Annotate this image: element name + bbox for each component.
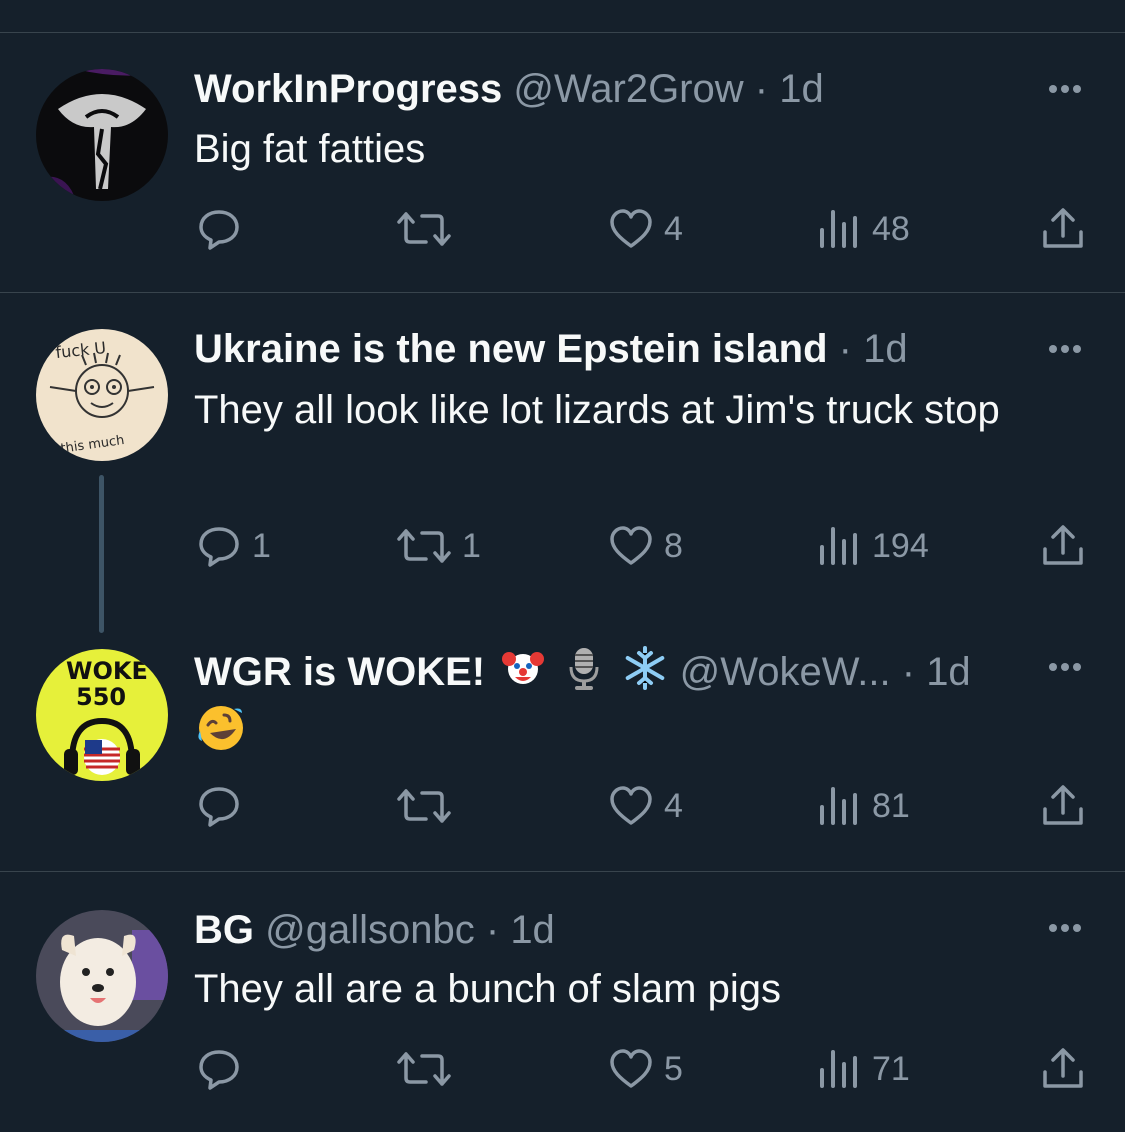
heart-icon <box>610 526 652 565</box>
heart-icon <box>610 1049 652 1088</box>
tweet-1[interactable]: WorkInProgress @War2Grow · 1d Big fat fa… <box>0 0 1125 292</box>
views-button[interactable]: 194 <box>816 523 929 569</box>
more-horizontal-icon <box>1049 85 1081 93</box>
tweet-text: They all are a bunch of slam pigs <box>194 967 781 1011</box>
share-icon <box>1043 208 1083 248</box>
views-chart-icon <box>820 787 857 825</box>
separator-dot: · <box>485 908 500 952</box>
more-options-button[interactable] <box>1043 906 1087 950</box>
retweet-button[interactable] <box>396 206 462 252</box>
retweet-count: 1 <box>462 526 481 565</box>
tweet-header: WorkInProgress @War2Grow · 1d <box>194 65 824 113</box>
snowflake-icon <box>626 646 665 690</box>
like-count: 5 <box>664 1049 683 1088</box>
avatar-ukraine[interactable]: fuck U this much <box>36 329 168 461</box>
retweet-button[interactable]: 1 <box>396 523 481 569</box>
share-button[interactable] <box>1040 523 1086 569</box>
views-count: 81 <box>872 786 910 825</box>
timestamp[interactable]: 1d <box>926 650 971 694</box>
tweet-text: Big fat fatties <box>194 127 426 171</box>
more-options-button[interactable] <box>1043 327 1087 371</box>
like-button[interactable]: 4 <box>608 206 683 252</box>
share-icon <box>1043 525 1083 565</box>
retweet-icon <box>397 529 451 563</box>
more-options-button[interactable] <box>1043 645 1087 689</box>
views-count: 48 <box>872 209 910 248</box>
share-icon <box>1043 785 1083 825</box>
more-options-button[interactable] <box>1043 67 1087 111</box>
reply-button[interactable] <box>196 783 252 829</box>
like-button[interactable]: 5 <box>608 1046 683 1092</box>
reply-icon <box>199 1050 239 1090</box>
like-button[interactable]: 4 <box>608 783 683 829</box>
more-horizontal-icon <box>1049 924 1081 932</box>
timestamp[interactable]: 1d <box>779 67 824 111</box>
user-handle[interactable]: @WokeW... <box>680 650 891 694</box>
tweet-text: They all look like lot lizards at Jim's … <box>194 388 1000 432</box>
views-button[interactable]: 81 <box>816 783 910 829</box>
avatar-text-line2: 550 <box>76 683 126 711</box>
tweet-text <box>194 701 1054 771</box>
timestamp[interactable]: 1d <box>510 908 555 952</box>
tweet-header: WGR is WOKE! @WokeW... · 1d <box>194 645 971 696</box>
display-name[interactable]: WGR is WOKE! <box>194 650 485 694</box>
reply-icon <box>199 527 239 567</box>
tweet-header: BG @gallsonbc · 1d <box>194 906 555 954</box>
reply-icon <box>199 210 239 250</box>
views-count: 194 <box>872 526 929 565</box>
views-button[interactable]: 48 <box>816 206 910 252</box>
timestamp[interactable]: 1d <box>863 327 908 371</box>
share-button[interactable] <box>1040 1046 1086 1092</box>
views-chart-icon <box>820 527 857 565</box>
retweet-icon <box>397 789 451 823</box>
separator-dot: · <box>838 327 852 371</box>
more-horizontal-icon <box>1049 345 1081 353</box>
like-count: 8 <box>664 526 683 565</box>
views-button[interactable]: 71 <box>816 1046 910 1092</box>
display-name[interactable]: Ukraine is the new Epstein island <box>194 327 828 371</box>
share-button[interactable] <box>1040 206 1086 252</box>
display-name[interactable]: WorkInProgress <box>194 67 502 111</box>
retweet-icon <box>397 212 451 246</box>
more-horizontal-icon <box>1049 663 1081 671</box>
reply-button[interactable] <box>196 206 252 252</box>
retweet-button[interactable] <box>396 1046 462 1092</box>
thread-connector-line <box>99 475 104 633</box>
retweet-button[interactable] <box>396 783 462 829</box>
reply-count: 1 <box>252 526 271 565</box>
tweet-3[interactable]: WOKE 550 WGR is WOKE! @WokeW... · 1d 4 8… <box>0 613 1125 871</box>
clown-face-icon <box>502 652 545 684</box>
reply-button[interactable] <box>196 1046 252 1092</box>
heart-icon <box>610 786 652 825</box>
separator-dot: · <box>901 650 916 694</box>
like-count: 4 <box>664 209 683 248</box>
share-button[interactable] <box>1040 783 1086 829</box>
like-count: 4 <box>664 786 683 825</box>
retweet-icon <box>397 1052 451 1086</box>
share-icon <box>1043 1048 1083 1088</box>
display-name[interactable]: BG <box>194 908 254 952</box>
separator-dot: · <box>754 67 769 111</box>
tweet-4[interactable]: BG @gallsonbc · 1d They all are a bunch … <box>0 872 1125 1132</box>
reply-button[interactable]: 1 <box>196 523 271 569</box>
avatar-wgr-woke[interactable]: WOKE 550 <box>36 649 168 781</box>
tweet-2[interactable]: fuck U this much Ukraine is the new Epst… <box>0 293 1125 633</box>
avatar-bg[interactable] <box>36 910 168 1042</box>
avatar-text-line1: WOKE <box>66 657 148 685</box>
avatar-workinprogress[interactable] <box>36 69 168 201</box>
tweet-header: Ukraine is the new Epstein island · 1d <box>194 325 908 373</box>
heart-icon <box>610 209 652 248</box>
microphone-icon <box>569 648 599 690</box>
reply-icon <box>199 787 239 827</box>
user-handle[interactable]: @gallsonbc <box>265 908 475 952</box>
views-chart-icon <box>820 1050 857 1088</box>
like-button[interactable]: 8 <box>608 523 683 569</box>
user-handle[interactable]: @War2Grow <box>513 67 743 111</box>
views-chart-icon <box>820 210 857 248</box>
views-count: 71 <box>872 1049 910 1088</box>
rolling-on-floor-laughing-icon <box>198 706 243 750</box>
